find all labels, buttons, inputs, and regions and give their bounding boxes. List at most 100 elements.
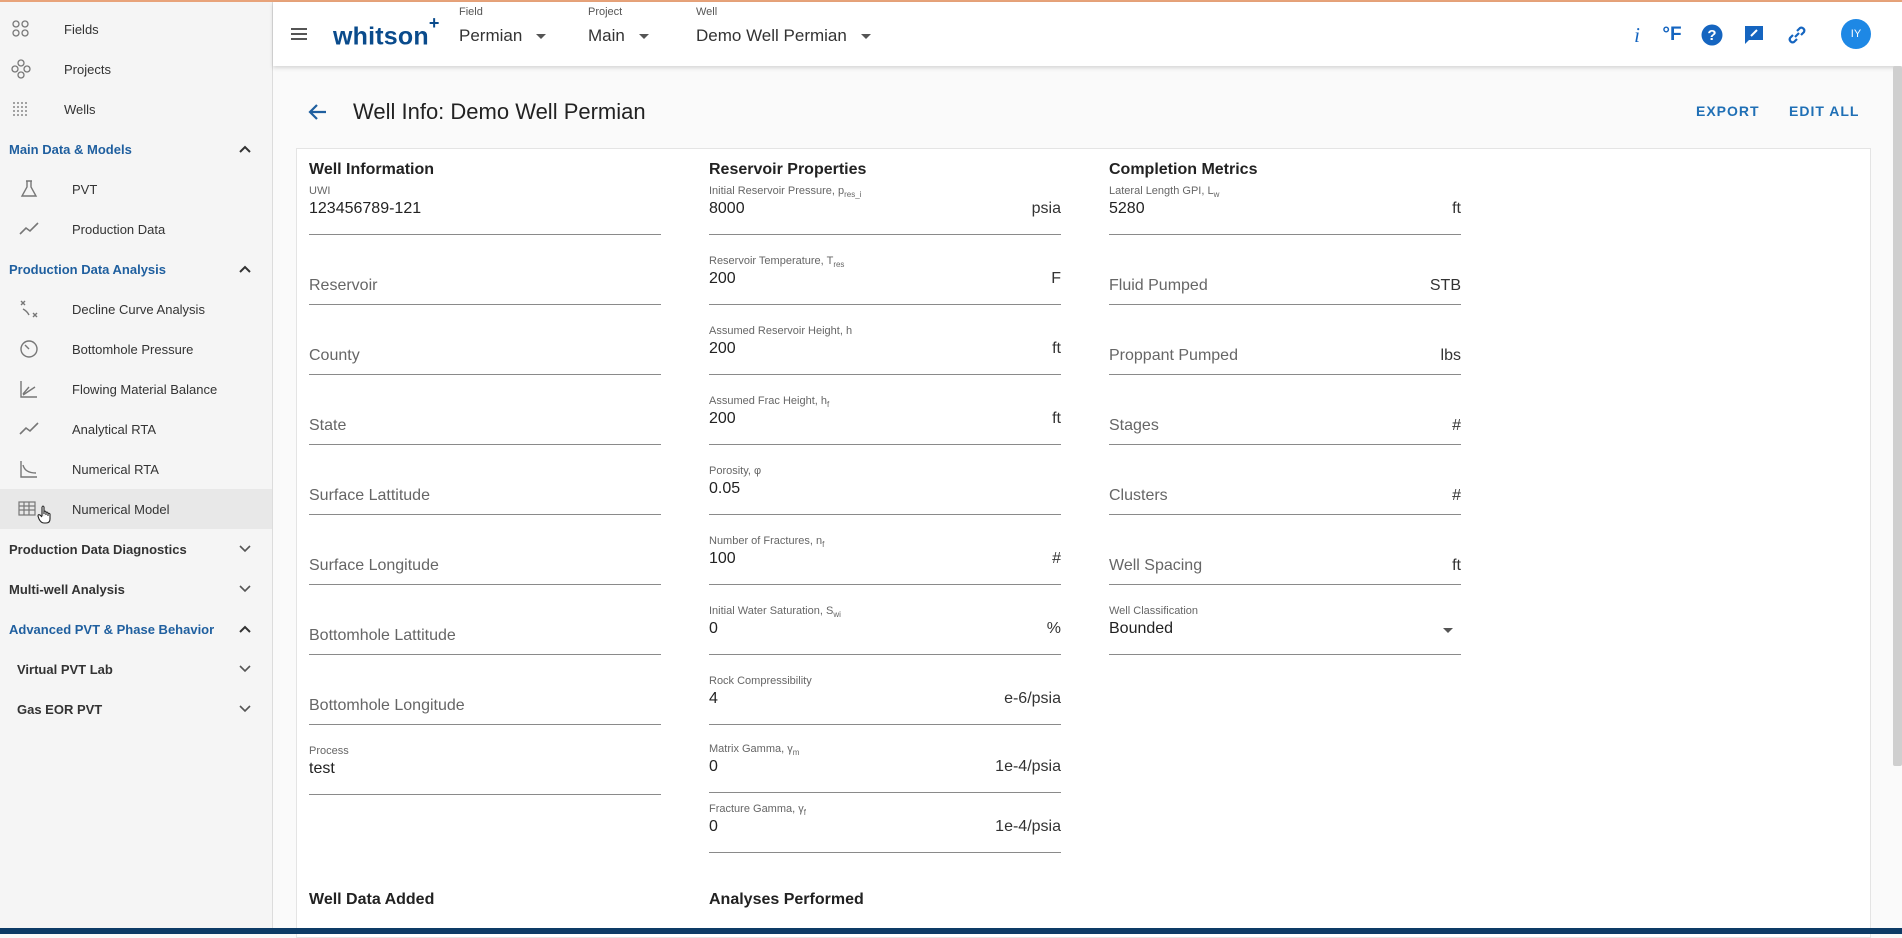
- well-classification-select[interactable]: Well Classification Bounded: [1109, 605, 1461, 655]
- units-icon-text: °F: [1662, 24, 1682, 45]
- sidebar-item-label: Analytical RTA: [72, 421, 157, 437]
- field-label: Rock Compressibility: [709, 675, 812, 689]
- bottomhole-latitude-field[interactable]: Bottomhole Lattitude: [309, 605, 661, 655]
- field-value: 123456789-121: [309, 200, 422, 217]
- field-placeholder: Bottomhole Lattitude: [309, 627, 456, 644]
- field-label: Assumed Reservoir Height, h: [709, 325, 852, 339]
- surface-latitude-field[interactable]: Surface Lattitude: [309, 465, 661, 515]
- sidebar-item-projects[interactable]: Projects: [0, 49, 272, 89]
- whitson-logo[interactable]: whitson+: [333, 13, 440, 51]
- county-field[interactable]: County: [309, 325, 661, 375]
- field-placeholder: Surface Longitude: [309, 557, 439, 574]
- sidebar-item-numerical-model[interactable]: Numerical Model: [0, 489, 272, 529]
- fields-icon: [10, 18, 32, 40]
- sidebar-item-fields[interactable]: Fields: [0, 9, 272, 49]
- reservoir-property-field[interactable]: Initial Reservoir Pressure, pres_i 8000 ps…: [709, 185, 1061, 235]
- section-production-data-diagnostics[interactable]: Production Data Diagnostics: [0, 529, 272, 569]
- reservoir-property-field[interactable]: Rock Compressibility 4 e-6/psia: [709, 675, 1061, 725]
- info-icon-text: i: [1634, 22, 1640, 47]
- link-icon[interactable]: [1784, 22, 1810, 48]
- field-placeholder: County: [309, 347, 360, 364]
- section-multi-well-analysis[interactable]: Multi-well Analysis: [0, 569, 272, 609]
- field-label: Process: [309, 745, 349, 757]
- well-select[interactable]: Well Demo Well Permian: [696, 6, 871, 46]
- state-field[interactable]: State: [309, 395, 661, 445]
- surface-longitude-field[interactable]: Surface Longitude: [309, 535, 661, 585]
- uwi-field[interactable]: UWI 123456789-121: [309, 185, 661, 235]
- info-icon[interactable]: i: [1624, 22, 1650, 48]
- section-label: Main Data & Models: [9, 141, 132, 157]
- temperature-units-icon[interactable]: °F: [1659, 22, 1685, 48]
- completion-metric-field[interactable]: Proppant Pumped lbs: [1109, 325, 1461, 375]
- field-placeholder: Stages: [1109, 417, 1159, 434]
- project-select[interactable]: Project Main: [588, 6, 649, 46]
- field-label-subscript: f: [827, 400, 830, 410]
- field-value: 5280: [1109, 200, 1145, 217]
- section-production-data-analysis[interactable]: Production Data Analysis: [0, 249, 272, 289]
- subsection-gas-eor-pvt[interactable]: Gas EOR PVT: [0, 689, 272, 729]
- reservoir-property-field[interactable]: Reservoir Temperature, Tres 200 F: [709, 255, 1061, 305]
- sidebar-item-numerical-rta[interactable]: Numerical RTA: [0, 449, 272, 489]
- lateral-length-field[interactable]: Lateral Length GPI, Lw 5280 ft: [1109, 185, 1461, 235]
- subsection-virtual-pvt-lab[interactable]: Virtual PVT Lab: [0, 649, 272, 689]
- field-caption: Field: [459, 6, 483, 18]
- field-label: Reservoir Temperature, Tres: [709, 255, 844, 269]
- completion-metrics-title: Completion Metrics: [1109, 161, 1258, 178]
- field-label-text: Matrix Gamma, γ: [709, 743, 793, 755]
- section-advanced-pvt[interactable]: Advanced PVT & Phase Behavior: [0, 609, 272, 649]
- reservoir-field[interactable]: Reservoir: [309, 255, 661, 305]
- reservoir-property-field[interactable]: Fracture Gamma, γf 0 1e-4/psia: [709, 803, 1061, 853]
- sidebar-item-analytical-rta[interactable]: Analytical RTA: [0, 409, 272, 449]
- completion-metric-field[interactable]: Stages #: [1109, 395, 1461, 445]
- completion-metric-field[interactable]: Clusters #: [1109, 465, 1461, 515]
- field-select[interactable]: Field Permian: [459, 6, 547, 46]
- help-icon[interactable]: ?: [1699, 22, 1725, 48]
- export-button[interactable]: EXPORT: [1696, 103, 1760, 119]
- back-arrow-icon[interactable]: [306, 100, 332, 126]
- sidebar-item-bottomhole-pressure[interactable]: Bottomhole Pressure: [0, 329, 272, 369]
- sidebar-item-label: PVT: [72, 181, 98, 197]
- sidebar-item-wells[interactable]: Wells: [0, 89, 272, 129]
- completion-metric-field[interactable]: Fluid Pumped STB: [1109, 255, 1461, 305]
- bottomhole-longitude-field[interactable]: Bottomhole Longitude: [309, 675, 661, 725]
- field-label-subscript: res_i: [844, 190, 862, 200]
- completion-metric-field[interactable]: Well Spacing ft: [1109, 535, 1461, 585]
- project-caption: Project: [588, 6, 623, 18]
- process-field[interactable]: Process test: [309, 745, 661, 795]
- reservoir-property-field[interactable]: Matrix Gamma, γm 0 1e-4/psia: [709, 743, 1061, 793]
- caret-down-icon: [536, 33, 547, 39]
- field-label-text: Number of Fractures, n: [709, 535, 823, 547]
- sidebar-item-flowing-material-balance[interactable]: Flowing Material Balance: [0, 369, 272, 409]
- vertical-scrollbar[interactable]: [1893, 66, 1902, 766]
- sidebar-item-production-data[interactable]: Production Data: [0, 209, 272, 249]
- field-value: 100: [709, 550, 736, 567]
- sidebar-item-label: Bottomhole Pressure: [72, 341, 194, 357]
- hamburger-menu-icon[interactable]: [287, 22, 311, 46]
- field-placeholder: Fluid Pumped: [1109, 277, 1208, 294]
- reservoir-property-field[interactable]: Initial Water Saturation, Swi 0%: [709, 605, 1061, 655]
- reservoir-property-field[interactable]: Number of Fractures, nf 100 #: [709, 535, 1061, 585]
- edit-all-button[interactable]: EDIT ALL: [1789, 103, 1859, 119]
- reservoir-property-field[interactable]: Porosity, φ 0.05: [709, 465, 1061, 515]
- field-value: Bounded: [1109, 620, 1174, 637]
- sidebar-item-decline-curve-analysis[interactable]: Decline Curve Analysis: [0, 289, 272, 329]
- user-avatar[interactable]: IY: [1841, 19, 1871, 49]
- field-label: Fracture Gamma, γf: [709, 803, 806, 817]
- sidebar-item-pvt[interactable]: PVT: [0, 169, 272, 209]
- feedback-icon[interactable]: [1741, 22, 1767, 48]
- field-label-subscript: f: [822, 540, 825, 550]
- reservoir-property-field[interactable]: Assumed Frac Height, hf 200 ft: [709, 395, 1061, 445]
- reservoir-property-field[interactable]: Assumed Reservoir Height, h 200 ft: [709, 325, 1061, 375]
- field-unit: e-6/psia: [1004, 690, 1061, 707]
- project-value: Main: [588, 26, 625, 45]
- decline-axes-icon: [18, 458, 40, 480]
- field-value: 0: [709, 620, 718, 637]
- section-main-data-models[interactable]: Main Data & Models: [0, 129, 272, 169]
- field-unit: ft: [1052, 410, 1061, 427]
- well-info-card: Well Information UWI 123456789-121 Reser…: [296, 148, 1871, 938]
- projects-icon: [10, 58, 32, 80]
- field-unit: %: [1046, 620, 1061, 637]
- sidebar-item-label: Numerical Model: [72, 501, 170, 517]
- svg-text:?: ?: [1707, 27, 1716, 44]
- hand-cursor-icon: [37, 505, 53, 528]
